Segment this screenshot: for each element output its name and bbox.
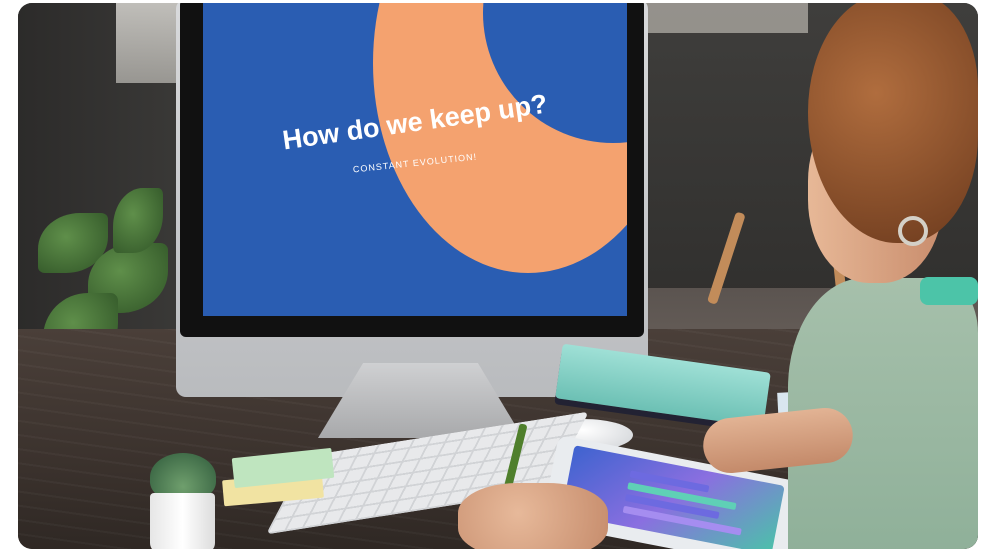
earring <box>898 216 928 246</box>
person-hand <box>458 483 608 549</box>
person-collar <box>920 277 978 305</box>
photo-frame: How do we keep up? CONSTANT EVOLUTION! <box>18 3 978 549</box>
succulent-pot <box>150 493 215 549</box>
background-shelf <box>638 3 808 33</box>
monitor-screen: How do we keep up? CONSTANT EVOLUTION! <box>203 3 627 316</box>
